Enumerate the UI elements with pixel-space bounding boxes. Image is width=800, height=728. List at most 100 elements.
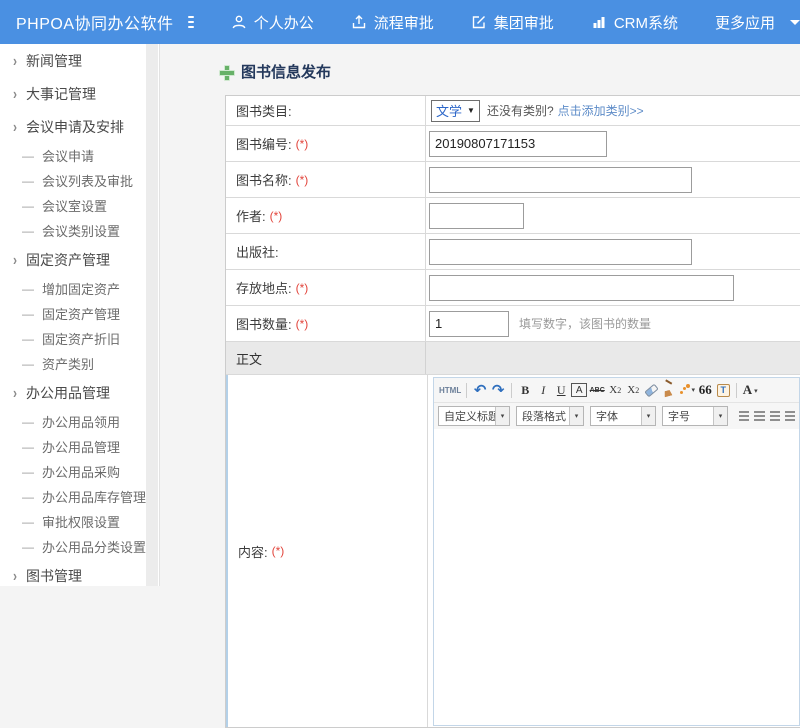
italic-button[interactable]: I [535,381,551,399]
font-family-select[interactable]: 字体 ▾ [590,406,656,426]
select-caret-icon: ▾ [713,407,727,425]
main-content: 图书信息发布 图书类目: 文学 ▼ 还没有类别? 点击添加类别>> 图书编号: … [161,44,800,586]
nav-personal-office[interactable]: 个人办公 [231,12,314,33]
sidebar-item-approval-permission[interactable]: —审批权限设置 [0,509,159,534]
sidebar-item-meeting-apply[interactable]: —会议申请 [0,143,159,168]
chevron-right-icon: › [13,383,17,401]
sidebar-item-assets[interactable]: ›固定资产管理 [0,243,159,276]
sidebar-item-supplies-category[interactable]: —办公用品分类设置 [0,534,159,559]
publisher-input[interactable] [429,239,692,265]
nav-more-apps[interactable]: 更多应用 [715,12,800,33]
sidebar-item-asset-manage[interactable]: —固定资产管理 [0,301,159,326]
top-nav: 个人办公 流程审批 集团审批 [194,12,800,33]
sidebar-item-books[interactable]: ›图书管理 [0,559,159,592]
sidebar-item-supplies-stock[interactable]: —办公用品库存管理 [0,484,159,509]
row-book-name: 图书名称: (*) [226,162,800,198]
sidebar-item-meeting-room[interactable]: —会议室设置 [0,193,159,218]
select-caret-icon: ▼ [467,106,475,115]
location-input[interactable] [429,275,734,301]
chevron-right-icon: › [13,250,17,268]
sidebar-item-meeting-category[interactable]: —会议类别设置 [0,218,159,243]
caret-down-icon [790,20,800,25]
subscript-button[interactable]: X2 [625,381,641,399]
required-mark: (*) [296,137,309,151]
author-label: 作者: [236,206,266,225]
sidebar-scrollbar[interactable] [146,44,158,586]
eraser-icon[interactable] [643,381,659,399]
redo-icon[interactable]: ↷ [490,381,506,399]
select-caret-icon: ▾ [495,407,509,425]
row-book-category: 图书类目: 文学 ▼ 还没有类别? 点击添加类别>> [226,96,800,126]
sidebar-item-asset-add[interactable]: —增加固定资产 [0,276,159,301]
nav-group-approval[interactable]: 集团审批 [471,12,554,33]
nav-crm-system[interactable]: CRM系统 [591,12,678,33]
book-name-label: 图书名称: [236,170,292,189]
sidebar-item-supplies-claim[interactable]: —办公用品领用 [0,409,159,434]
font-size-select[interactable]: 字号 ▾ [662,406,728,426]
sidebar-item-supplies[interactable]: ›办公用品管理 [0,376,159,409]
chevron-right-icon: › [13,566,17,584]
upload-icon [351,14,367,30]
dash-icon: — [22,282,34,296]
sidebar-item-events[interactable]: ›大事记管理 [0,77,159,110]
blockquote-button[interactable]: 66 [697,381,713,399]
add-category-link[interactable]: 点击添加类别>> [558,102,644,119]
dash-icon: — [22,224,34,238]
format-brush-icon[interactable] [661,381,677,399]
quantity-input[interactable] [429,311,509,337]
publisher-label: 出版社: [236,242,279,261]
dash-icon: — [22,440,34,454]
sidebar-item-asset-category[interactable]: —资产类别 [0,351,159,376]
book-category-select[interactable]: 文学 ▼ [431,100,480,122]
html-source-button[interactable]: HTML [439,381,461,399]
align-center-icon[interactable] [754,411,764,421]
font-color-button[interactable]: A▾ [742,381,758,399]
app-bar: PHPOA协同办公软件 个人办公 流程审批 [0,0,800,44]
sidebar-item-meeting[interactable]: ›会议申请及安排 [0,110,159,143]
sidebar-item-asset-depreciation[interactable]: —固定资产折旧 [0,326,159,351]
nav-process-approval[interactable]: 流程审批 [351,12,434,33]
book-name-input[interactable] [429,167,692,193]
paragraph-format-select[interactable]: 段落格式 ▾ [516,406,584,426]
quantity-label: 图书数量: [236,314,292,333]
author-input[interactable] [429,203,524,229]
undo-icon[interactable]: ↶ [472,381,488,399]
editor-content-area[interactable] [434,429,799,725]
sidebar-item-supplies-manage[interactable]: —办公用品管理 [0,434,159,459]
quantity-hint: 填写数字，该图书的数量 [519,315,651,332]
align-left-icon[interactable] [739,411,749,421]
required-mark: (*) [296,317,309,331]
chevron-right-icon: › [13,51,17,69]
select-caret-icon: ▾ [569,407,583,425]
align-justify-icon[interactable] [785,411,795,421]
chevron-right-icon: › [13,84,17,102]
book-number-label: 图书编号: [236,134,292,153]
category-hint: 还没有类别? [487,102,554,119]
editor-toolbar-row1: HTML ↶ ↷ B I U A ABC X2 X2 [434,378,799,402]
dash-icon: — [22,465,34,479]
dash-icon: — [22,357,34,371]
compose-icon [471,14,487,30]
strikethrough-button[interactable]: ABC [589,381,605,399]
sidebar-item-supplies-purchase[interactable]: —办公用品采购 [0,459,159,484]
book-number-input[interactable] [429,131,607,157]
required-mark: (*) [296,173,309,187]
align-right-icon[interactable] [770,411,780,421]
dash-icon: — [22,540,34,554]
text-border-button[interactable]: A [571,383,587,397]
sidebar-item-news[interactable]: ›新闻管理 [0,44,159,77]
row-author: 作者: (*) [226,198,800,234]
underline-button[interactable]: U [553,381,569,399]
bold-button[interactable]: B [517,381,533,399]
paste-as-text-icon[interactable]: T [715,381,731,399]
book-form: 图书类目: 文学 ▼ 还没有类别? 点击添加类别>> 图书编号: (*) [225,95,800,728]
row-book-number: 图书编号: (*) [226,126,800,162]
row-content: 内容: (*) HTML ↶ ↷ B I U [226,375,800,727]
custom-title-select[interactable]: 自定义标题 ▾ [438,406,510,426]
auto-typeset-icon[interactable]: ▾ [679,381,695,399]
dash-icon: — [22,149,34,163]
sidebar-item-meeting-list[interactable]: —会议列表及审批 [0,168,159,193]
section-header: 正文 [236,349,262,368]
dash-icon: — [22,415,34,429]
superscript-button[interactable]: X2 [607,381,623,399]
